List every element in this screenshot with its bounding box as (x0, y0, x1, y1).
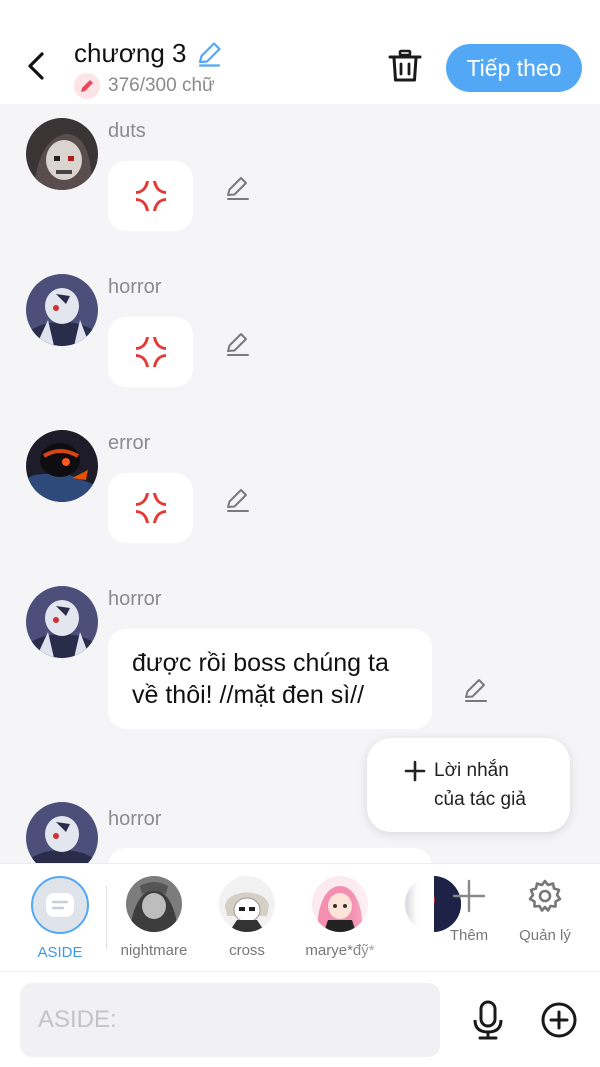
character-bar: ASIDE nightmare cross marye*đỹ* Thêm Quả… (0, 863, 600, 972)
character-aside[interactable]: ASIDE (14, 876, 106, 961)
message-bubble[interactable] (108, 473, 193, 543)
back-arrow-icon[interactable] (22, 48, 52, 84)
message-input[interactable] (20, 983, 440, 1057)
avatar-duts[interactable] (26, 118, 98, 190)
avatar-error[interactable] (26, 430, 98, 502)
chapter-title: chương 3 (74, 38, 187, 68)
edit-message-icon[interactable] (462, 676, 490, 704)
top-bar: chương 3 376/300 chữ Tiếp theo (0, 0, 600, 104)
avatar-cross (219, 876, 275, 932)
gear-icon (528, 879, 562, 912)
message-author: horror (108, 588, 162, 610)
plus-icon (452, 879, 486, 913)
trash-icon[interactable] (385, 46, 425, 86)
edit-message-icon[interactable] (224, 174, 252, 202)
anger-emoji-icon (135, 181, 166, 211)
edit-title-icon[interactable] (195, 40, 223, 68)
author-note-button[interactable]: Lời nhắn của tác giả (367, 738, 570, 832)
avatar-horror[interactable] (26, 274, 98, 346)
avatar-horror[interactable] (26, 802, 98, 863)
pencil-badge-icon (74, 73, 100, 99)
manage-button[interactable]: Quản lý (507, 878, 583, 944)
character-label: cross (229, 942, 265, 959)
plus-icon (404, 760, 426, 782)
manage-label: Quản lý (519, 927, 571, 944)
message-author: horror (108, 276, 162, 298)
word-count-row: 376/300 chữ (74, 73, 215, 99)
message-author: error (108, 432, 151, 454)
message-author: duts (108, 120, 146, 142)
add-character-button[interactable]: Thêm (431, 878, 507, 944)
message-author: horror (108, 808, 162, 830)
message-bubble[interactable] (108, 317, 193, 387)
avatar-horror[interactable] (26, 586, 98, 658)
next-button[interactable]: Tiếp theo (446, 44, 582, 92)
chapter-title-row: chương 3 (74, 38, 223, 69)
avatar-nightmare (126, 876, 182, 932)
author-note-label-2: của tác giả (434, 789, 526, 810)
word-count: 376/300 chữ (108, 75, 215, 96)
character-label: ASIDE (37, 944, 83, 961)
add-circle-icon[interactable] (540, 1001, 578, 1039)
message-bubble[interactable] (108, 848, 432, 863)
edit-message-icon[interactable] (224, 486, 252, 514)
message-bubble[interactable] (108, 161, 193, 231)
message-bubble[interactable]: được rồi boss chúng ta về thôi! //mặt đe… (108, 629, 432, 729)
divider (106, 886, 107, 950)
scroll-fade (350, 864, 434, 972)
anger-emoji-icon (135, 493, 166, 523)
edit-message-icon[interactable] (224, 330, 252, 358)
add-label: Thêm (449, 927, 489, 944)
character-nightmare[interactable]: nightmare (108, 876, 200, 959)
anger-emoji-icon (135, 337, 166, 367)
input-bar (0, 971, 600, 1067)
microphone-icon[interactable] (470, 1000, 506, 1040)
chat-bubble-icon (46, 893, 74, 917)
character-label: nightmare (120, 942, 188, 959)
character-cross[interactable]: cross (201, 876, 293, 959)
aside-avatar (31, 876, 89, 934)
author-note-label: Lời nhắn (434, 760, 509, 781)
